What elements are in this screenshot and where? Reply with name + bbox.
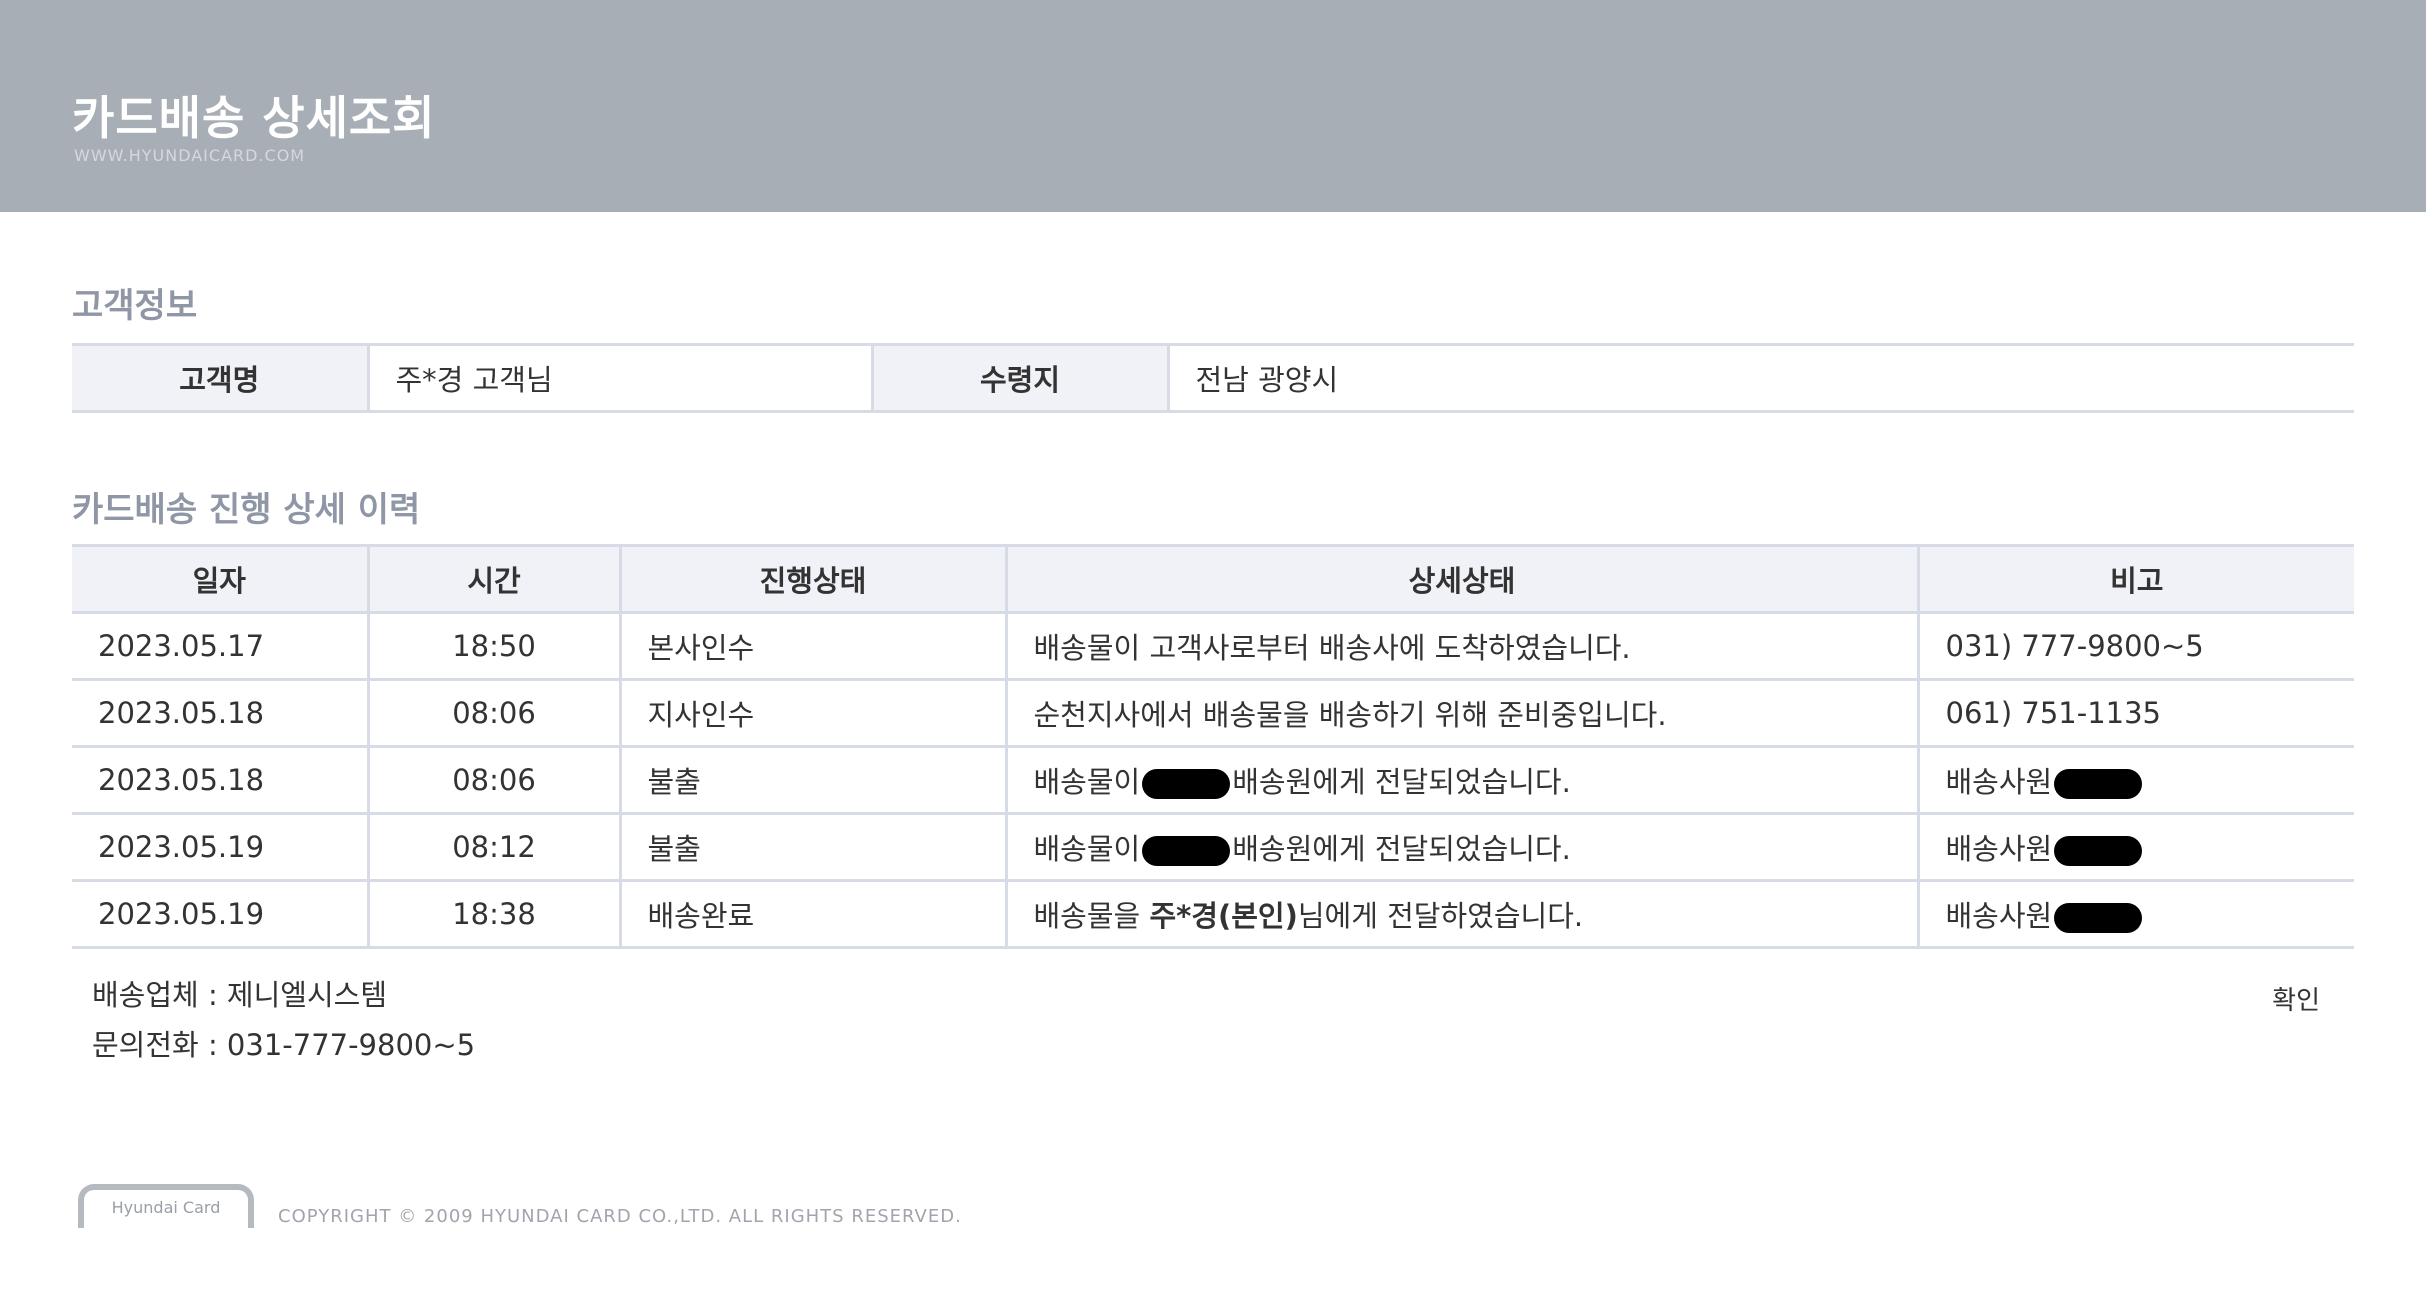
- table-row: 2023.05.19 08:12 불출 배송물이 배송원에게 전달되었습니다. 배…: [72, 813, 2354, 882]
- row-status: 본사인수: [620, 612, 1008, 681]
- column-header-detail: 상세상태: [1006, 545, 1920, 614]
- row-detail: 배송물을 주*경(본인)님에게 전달하였습니다.: [1006, 880, 1920, 948]
- table-row: 2023.05.18 08:06 불출 배송물이 배송원에게 전달되었습니다. 배…: [72, 746, 2354, 815]
- courier-company: 배송업체 : 제니엘시스템: [92, 978, 388, 1012]
- row-date: 2023.05.18: [72, 746, 370, 815]
- note-text: 배송사원: [1945, 899, 2053, 933]
- detail-text-pre: 배송물이: [1033, 765, 1141, 799]
- footer-copyright: COPYRIGHT © 2009 HYUNDAI CARD CO.,LTD. A…: [278, 1206, 962, 1227]
- courier-phone: 문의전화 : 031-777-9800~5: [92, 1028, 476, 1062]
- row-date: 2023.05.17: [72, 612, 370, 681]
- delivery-history-table: 일자 시간 진행상태 상세상태 비고 2023.05.17 18:50 본사인수…: [72, 544, 2354, 949]
- column-header-date: 일자: [72, 545, 370, 614]
- row-date: 2023.05.19: [72, 813, 370, 882]
- detail-text-pre: 배송물을: [1033, 899, 1150, 933]
- destination-label: 수령지: [872, 344, 1170, 412]
- hyundai-card-logo: Hyundai Card: [78, 1184, 254, 1228]
- customer-info-table: 고객명 주*경 고객님 수령지 전남 광양시: [72, 343, 2354, 413]
- redacted-mark: [2054, 836, 2143, 866]
- note-text: 배송사원: [1945, 765, 2053, 799]
- customer-name-label: 고객명: [72, 344, 370, 412]
- row-detail: 순천지사에서 배송물을 배송하기 위해 준비중입니다.: [1006, 679, 1920, 748]
- detail-text-post: 님에게 전달하였습니다.: [1297, 899, 1584, 933]
- row-detail: 배송물이 고객사로부터 배송사에 도착하였습니다.: [1006, 612, 1920, 681]
- row-status: 불출: [620, 813, 1008, 882]
- row-time: 08:12: [368, 813, 622, 882]
- row-status: 지사인수: [620, 679, 1008, 748]
- row-status: 배송완료: [620, 880, 1008, 948]
- row-note: 061) 751-1135: [1918, 679, 2354, 748]
- row-date: 2023.05.18: [72, 679, 370, 748]
- detail-text-post: 배송원에게 전달되었습니다.: [1232, 765, 1571, 799]
- customer-info-row: 고객명 주*경 고객님 수령지 전남 광양시: [72, 344, 2354, 412]
- row-detail: 배송물이 배송원에게 전달되었습니다.: [1006, 813, 1920, 882]
- row-time: 08:06: [368, 746, 622, 815]
- history-section-title: 카드배송 진행 상세 이력: [72, 490, 421, 530]
- header-url: WWW.HYUNDAICARD.COM: [74, 146, 306, 165]
- page-title: 카드배송 상세조회: [72, 91, 436, 145]
- row-status: 불출: [620, 746, 1008, 815]
- row-time: 08:06: [368, 679, 622, 748]
- destination-value: 전남 광양시: [1195, 363, 1339, 397]
- redacted-mark: [2054, 903, 2143, 933]
- redacted-mark: [1142, 769, 1231, 799]
- table-header-row: 일자 시간 진행상태 상세상태 비고: [72, 545, 2354, 614]
- note-text: 배송사원: [1945, 832, 2053, 866]
- customer-name-value: 주*경 고객님: [368, 344, 874, 412]
- courier-info: 배송업체 : 제니엘시스템 문의전화 : 031-777-9800~5: [92, 970, 475, 1070]
- recipient-name: 주*경(본인): [1149, 899, 1298, 933]
- row-note: 배송사원: [1918, 881, 2354, 948]
- customer-section-title: 고객정보: [72, 286, 198, 326]
- column-header-time: 시간: [368, 545, 622, 614]
- table-row: 2023.05.17 18:50 본사인수 배송물이 고객사로부터 배송사에 도…: [72, 612, 2354, 681]
- row-detail: 배송물이 배송원에게 전달되었습니다.: [1006, 746, 1920, 815]
- column-header-status: 진행상태: [620, 545, 1008, 614]
- row-date: 2023.05.19: [72, 880, 370, 948]
- column-header-note: 비고: [1918, 545, 2354, 614]
- row-time: 18:50: [368, 612, 622, 681]
- table-row: 2023.05.19 18:38 배송완료 배송물을 주*경(본인)님에게 전달…: [72, 880, 2354, 948]
- table-row: 2023.05.18 08:06 지사인수 순천지사에서 배송물을 배송하기 위…: [72, 679, 2354, 748]
- row-time: 18:38: [368, 880, 622, 948]
- confirm-button[interactable]: 확인: [2272, 980, 2320, 1017]
- row-note: 031) 777-9800~5: [1918, 612, 2354, 681]
- redacted-mark: [1142, 836, 1231, 866]
- row-note: 배송사원: [1918, 746, 2354, 815]
- row-note: 배송사원: [1918, 813, 2354, 882]
- redacted-mark: [2054, 769, 2143, 799]
- detail-text-pre: 배송물이: [1033, 832, 1141, 866]
- page-header: 카드배송 상세조회 WWW.HYUNDAICARD.COM: [0, 0, 2426, 212]
- detail-text-post: 배송원에게 전달되었습니다.: [1232, 832, 1571, 866]
